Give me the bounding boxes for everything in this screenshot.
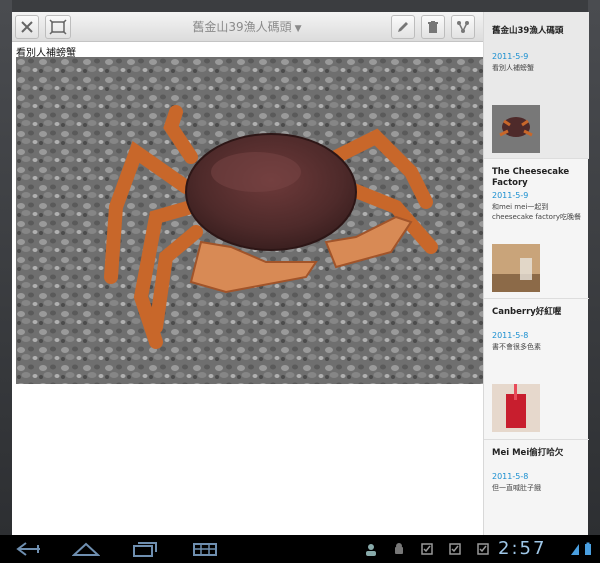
- crab-photo: [16, 57, 483, 384]
- edit-button[interactable]: [391, 15, 415, 39]
- list-item[interactable]: 舊金山39漁人碼頭 2011-5-9 看別人補螃蟹: [484, 12, 589, 159]
- background-edge-left: [0, 0, 12, 535]
- pencil-icon: [398, 22, 408, 32]
- list-item-date: 2011-5-8: [492, 331, 529, 340]
- notification-icon[interactable]: [448, 542, 462, 556]
- list-item-desc: 書不會很多色素: [492, 343, 541, 351]
- home-icon[interactable]: [72, 541, 100, 557]
- list-item[interactable]: The Cheesecake Factory 2011-5-9 和mei mei…: [484, 159, 589, 299]
- battery-icon[interactable]: [583, 542, 593, 556]
- chevron-down-icon: ▼: [294, 24, 302, 34]
- list-item-date: 2011-5-8: [492, 472, 529, 481]
- crab-thumb: [492, 105, 540, 153]
- wifi-icon[interactable]: [570, 542, 580, 556]
- trash-icon: [428, 21, 438, 33]
- list-item-date: 2011-5-9: [492, 52, 529, 61]
- list-item[interactable]: Canberry好紅喔 2011-5-8 書不會很多色素: [484, 299, 589, 440]
- cheesecake-thumb: [492, 244, 540, 292]
- system-bar: 2:57: [0, 535, 600, 563]
- post-viewer: 舊金山39漁人碼頭 ▼ 看別人補螃蟹: [12, 12, 483, 535]
- list-item-title: Canberry好紅喔: [492, 307, 562, 317]
- back-icon[interactable]: [16, 541, 42, 557]
- drink-thumb: [492, 384, 540, 432]
- notification-icon[interactable]: [476, 542, 490, 556]
- share-button[interactable]: [451, 15, 475, 39]
- clock[interactable]: 2:57: [498, 538, 546, 559]
- post-list-sidebar: 舊金山39漁人碼頭 2011-5-9 看別人補螃蟹 The Cheesecake…: [483, 12, 589, 535]
- post-title-dropdown[interactable]: 舊金山39漁人碼頭 ▼: [132, 12, 362, 42]
- menu-icon[interactable]: [192, 541, 218, 557]
- list-item-desc: 和mei mei一起到cheesecake factory吃晚餐: [492, 203, 581, 221]
- avatar-icon[interactable]: [364, 542, 378, 556]
- list-item-desc: 但一直喊肚子餓: [492, 484, 541, 492]
- crop-button[interactable]: [45, 15, 71, 39]
- android-icon[interactable]: [392, 542, 406, 556]
- viewer-toolbar: 舊金山39漁人碼頭 ▼: [12, 12, 483, 42]
- crop-icon: [49, 19, 67, 35]
- list-item-title: Mei Mei偷打哈欠: [492, 448, 564, 458]
- list-item-title: The Cheesecake Factory: [492, 167, 570, 188]
- share-icon: [457, 21, 469, 33]
- delete-button[interactable]: [421, 15, 445, 39]
- list-item-date: 2011-5-9: [492, 191, 529, 200]
- toolbar-title: 舊金山39漁人碼頭: [192, 20, 292, 34]
- background-edge-right: [588, 0, 600, 535]
- list-item[interactable]: Mei Mei偷打哈欠 2011-5-8 但一直喊肚子餓: [484, 440, 589, 535]
- list-item-title: 舊金山39漁人碼頭: [492, 26, 564, 36]
- recent-apps-icon[interactable]: [132, 541, 158, 557]
- close-icon: [21, 21, 33, 33]
- notification-icon[interactable]: [420, 542, 434, 556]
- close-button[interactable]: [15, 15, 39, 39]
- list-item-desc: 看別人補螃蟹: [492, 64, 534, 72]
